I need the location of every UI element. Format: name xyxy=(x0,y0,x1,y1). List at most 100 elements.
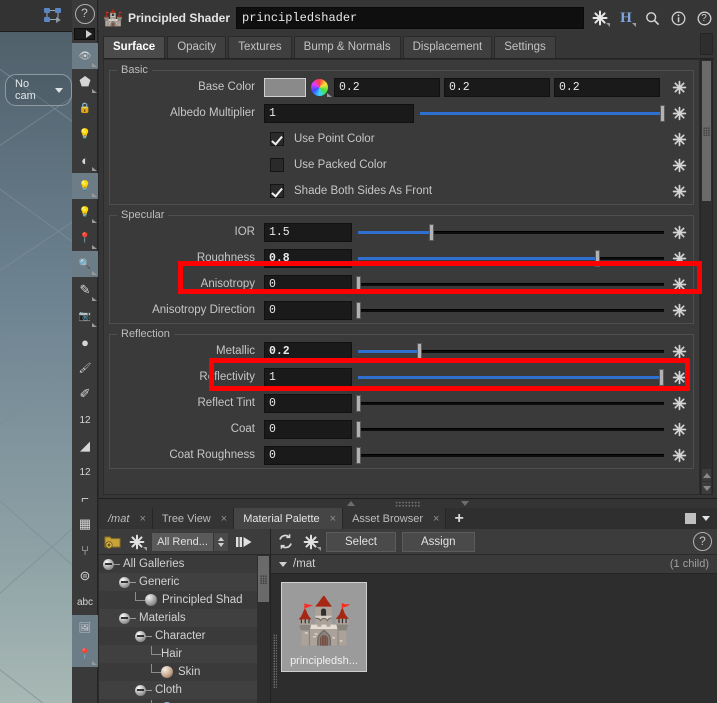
parameter-gear-icon[interactable] xyxy=(669,300,689,320)
parameter-gear-icon[interactable] xyxy=(669,274,689,294)
tab-settings[interactable]: Settings xyxy=(494,36,556,58)
gear-icon[interactable] xyxy=(590,8,610,28)
parameter-slider[interactable] xyxy=(358,368,664,387)
paint-camera-icon[interactable]: 📷 xyxy=(72,303,98,329)
parameter-value-input[interactable]: 1.5 xyxy=(264,223,352,242)
tree-expander-icon[interactable] xyxy=(135,685,146,696)
tab-textures[interactable]: Textures xyxy=(228,36,291,58)
tree-item[interactable]: Principled Shad xyxy=(99,591,257,609)
parameter-slider[interactable] xyxy=(358,249,664,268)
maximize-icon[interactable] xyxy=(685,513,696,524)
triangle-down-icon[interactable] xyxy=(279,562,287,567)
parameter-gear-icon[interactable] xyxy=(669,103,689,123)
material-assign-icon[interactable]: 🔍 xyxy=(72,251,98,277)
info-icon[interactable] xyxy=(668,8,688,28)
search-icon[interactable] xyxy=(642,8,662,28)
light-place-icon[interactable]: 📍 xyxy=(72,225,98,251)
tree-expander-icon[interactable] xyxy=(119,613,130,624)
slider-knob[interactable] xyxy=(595,250,600,267)
tool-submenu-icon[interactable] xyxy=(92,63,97,67)
tool-submenu-icon[interactable] xyxy=(92,89,97,93)
parameter-value-input[interactable]: 0 xyxy=(264,301,352,320)
connect-points-icon[interactable]: ⑂ xyxy=(72,537,98,563)
parameter-gear-icon[interactable] xyxy=(669,181,689,201)
image-icon[interactable]: 🖼 xyxy=(72,615,98,641)
panel-splitter[interactable] xyxy=(99,499,717,508)
tree-item[interactable]: Character xyxy=(99,627,257,645)
close-icon[interactable]: × xyxy=(221,513,227,525)
parameter-value-input[interactable]: 0 xyxy=(264,394,352,413)
slider-knob[interactable] xyxy=(660,105,665,122)
parameter-gear-icon[interactable] xyxy=(669,248,689,268)
color-component-input[interactable]: 0.2 xyxy=(444,78,550,97)
help-icon[interactable]: ? xyxy=(693,532,712,551)
parameter-gear-icon[interactable] xyxy=(669,222,689,242)
parameter-value-input[interactable]: 1 xyxy=(264,368,352,387)
material-item[interactable]: 🏰 principledsh... xyxy=(281,582,367,672)
slider-knob[interactable] xyxy=(417,343,422,360)
tool-submenu-icon[interactable] xyxy=(92,193,97,197)
paint-eye-icon[interactable]: ✎ xyxy=(72,277,98,303)
close-icon[interactable]: × xyxy=(433,513,439,525)
point-number-icon[interactable]: 12 xyxy=(72,407,98,433)
tree-item[interactable]: Skin xyxy=(99,663,257,681)
scroll-down-button[interactable] xyxy=(702,482,711,494)
chevron-down-icon[interactable] xyxy=(702,516,710,521)
grid-checker-icon[interactable]: ▦ xyxy=(72,511,98,537)
palette-resize-grip[interactable] xyxy=(273,634,277,688)
pin-marker-icon[interactable]: 📍 xyxy=(72,641,98,667)
tree-item[interactable]: Materials xyxy=(99,609,257,627)
color-component-input[interactable]: 0.2 xyxy=(334,78,440,97)
splitter-up-icon[interactable] xyxy=(347,501,355,506)
camera-selector[interactable]: No cam xyxy=(5,74,72,106)
parameter-gear-icon[interactable] xyxy=(669,77,689,97)
slider-knob[interactable] xyxy=(356,421,361,438)
parameter-slider[interactable] xyxy=(358,420,664,439)
point-icon[interactable]: ● xyxy=(72,329,98,355)
material-sphere-icon[interactable]: ◐ xyxy=(72,147,98,173)
collapse-panel-icon[interactable] xyxy=(234,532,253,551)
lock-icon[interactable]: 🔒 xyxy=(72,95,98,121)
parameter-checkbox[interactable] xyxy=(270,184,284,198)
bottom-tab-material-palette[interactable]: Material Palette× xyxy=(234,508,343,529)
refresh-icon[interactable] xyxy=(276,532,295,551)
bottom-tab-asset-browser[interactable]: Asset Browser× xyxy=(343,508,446,529)
tool-submenu-icon[interactable] xyxy=(92,297,97,301)
slider-knob[interactable] xyxy=(356,302,361,319)
light-add-icon[interactable]: 💡 xyxy=(72,199,98,225)
tree-item[interactable]: Cloth xyxy=(99,681,257,699)
palette-path-bar[interactable]: /mat (1 child) xyxy=(271,555,717,574)
assign-button[interactable]: Assign xyxy=(402,532,475,552)
parameter-checkbox[interactable] xyxy=(270,158,284,172)
network-nodes-icon[interactable] xyxy=(42,6,64,26)
scroll-up-button[interactable] xyxy=(702,469,711,481)
renderer-filter-stepper[interactable] xyxy=(213,533,228,551)
tab-bump-normals[interactable]: Bump & Normals xyxy=(294,36,401,58)
node-name-input[interactable]: principledshader xyxy=(236,7,584,29)
parameter-slider[interactable] xyxy=(358,394,664,413)
parameter-gear-icon[interactable] xyxy=(669,393,689,413)
light-off-icon[interactable]: 💡 xyxy=(72,121,98,147)
help-icon[interactable]: ? xyxy=(694,8,714,28)
parameter-slider[interactable] xyxy=(420,104,664,123)
parameter-gear-icon[interactable] xyxy=(669,129,689,149)
close-icon[interactable]: × xyxy=(330,513,336,525)
tool-submenu-icon[interactable] xyxy=(92,219,97,223)
tree-item[interactable]: Hair xyxy=(99,645,257,663)
tool-submenu-icon[interactable] xyxy=(92,245,97,249)
parameter-gear-icon[interactable] xyxy=(669,341,689,361)
gear-icon[interactable] xyxy=(127,532,146,551)
eyedropper-icon[interactable]: ✐ xyxy=(72,381,98,407)
splitter-grip-icon[interactable] xyxy=(395,501,421,507)
shelf-dropdown-icon[interactable] xyxy=(74,28,95,40)
tree-expander-icon[interactable] xyxy=(119,577,130,588)
parameter-value-input[interactable]: 0 xyxy=(264,275,352,294)
viewport-3d[interactable]: No cam xyxy=(0,32,72,703)
parameter-checkbox[interactable] xyxy=(270,132,284,146)
parameter-value-input[interactable]: 0 xyxy=(264,446,352,465)
color-swatch[interactable] xyxy=(264,78,306,97)
new-folder-icon[interactable] xyxy=(103,532,122,551)
color-wheel-icon[interactable] xyxy=(311,79,328,96)
tree-item[interactable] xyxy=(99,699,257,703)
parameter-scrollbar[interactable] xyxy=(700,59,713,495)
